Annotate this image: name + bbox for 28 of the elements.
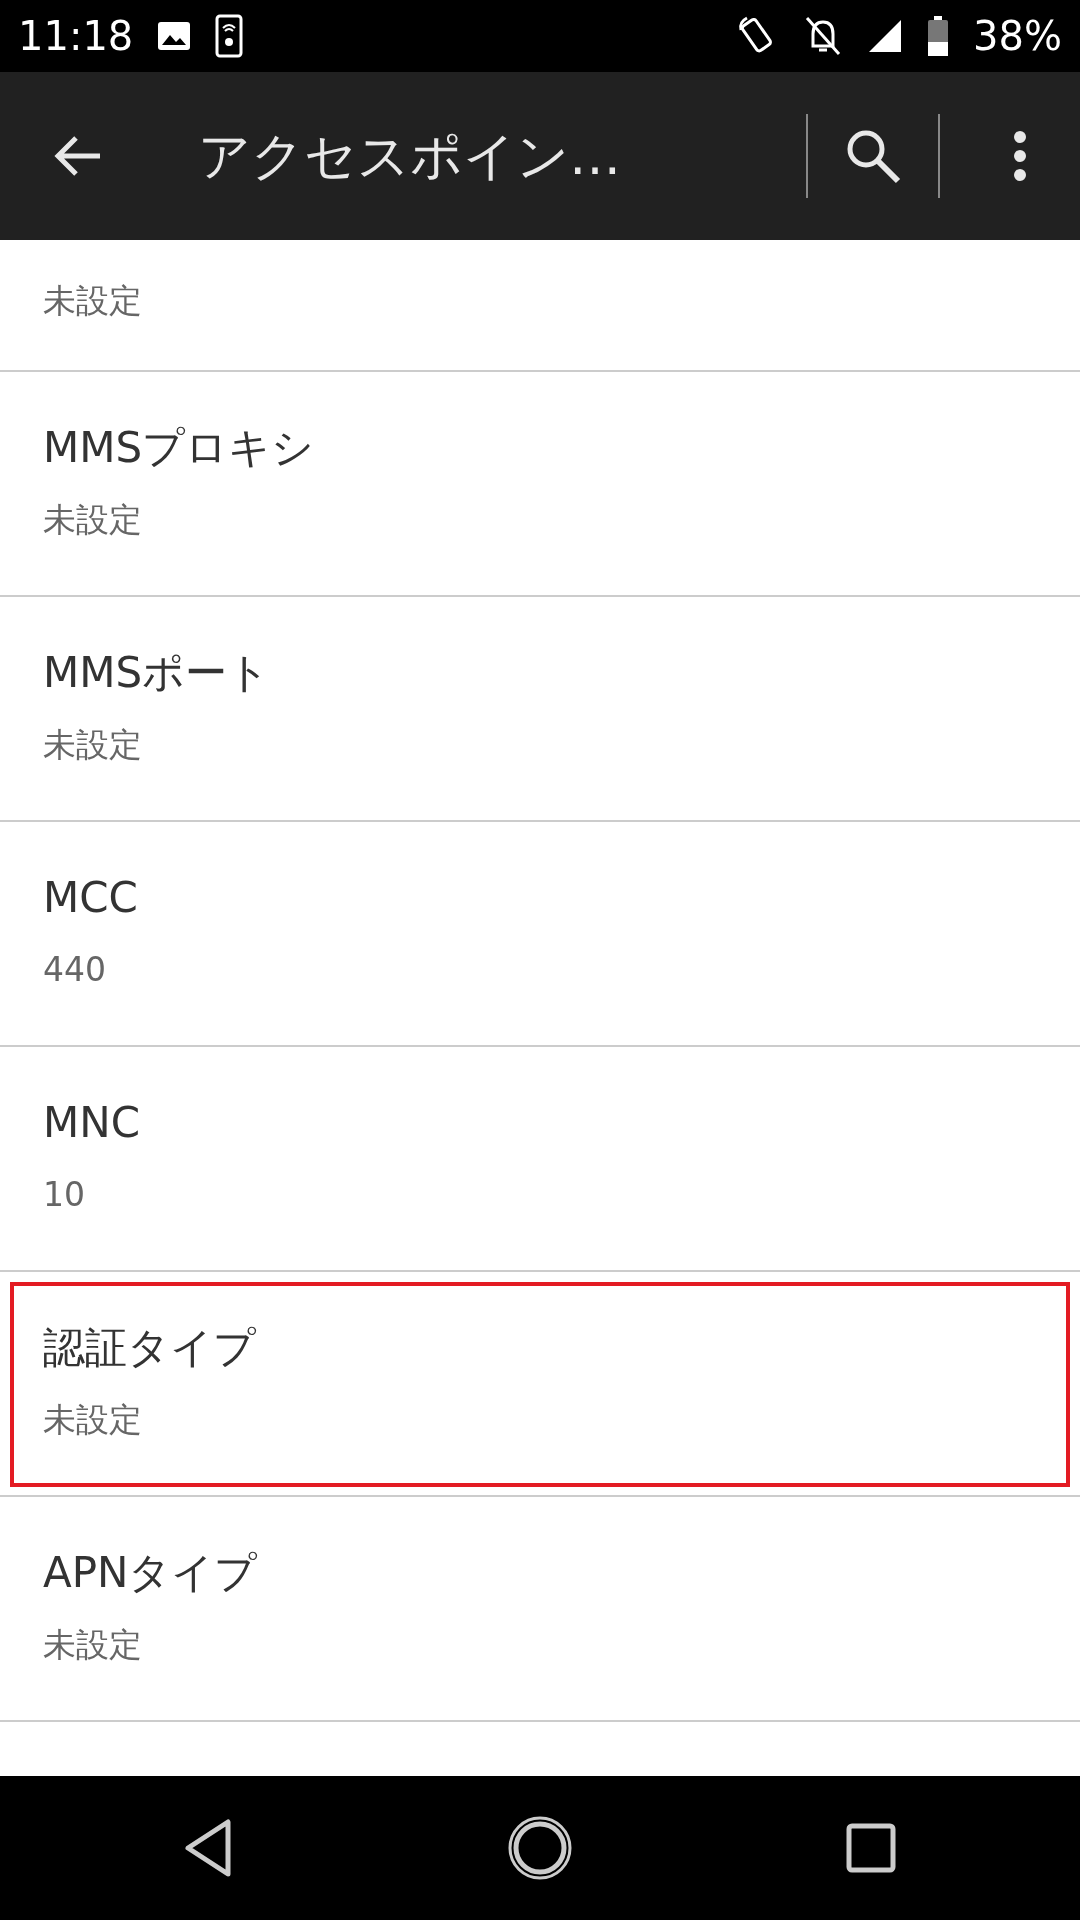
device-settings-icon bbox=[215, 14, 244, 58]
setting-title: MCC bbox=[43, 872, 138, 923]
settings-item[interactable]: MMSプロキシ 未設定 bbox=[0, 372, 1080, 597]
settings-item[interactable]: MMSポート 未設定 bbox=[0, 597, 1080, 822]
setting-title: 認証タイプ bbox=[43, 1322, 256, 1373]
more-options-icon bbox=[1012, 130, 1028, 182]
settings-item[interactable]: 未設定 bbox=[0, 240, 1080, 372]
setting-value: 未設定 bbox=[43, 723, 142, 766]
setting-title: MMSプロキシ bbox=[43, 422, 315, 473]
setting-value: 未設定 bbox=[43, 1623, 142, 1666]
image-icon bbox=[157, 21, 192, 51]
settings-item[interactable]: MCC 440 bbox=[0, 822, 1080, 1047]
setting-title: APNタイプ bbox=[43, 1547, 258, 1598]
status-time: 11:18 bbox=[18, 12, 134, 61]
settings-item[interactable]: APNタイプ 未設定 bbox=[0, 1497, 1080, 1722]
setting-title: MNC bbox=[43, 1097, 140, 1148]
setting-value: 440 bbox=[43, 948, 106, 991]
battery-percentage: 38% bbox=[973, 12, 1062, 61]
setting-value: 未設定 bbox=[43, 498, 142, 541]
toolbar-title: アクセスポイン… bbox=[198, 125, 621, 188]
setting-value: 10 bbox=[43, 1173, 85, 1216]
setting-value: 未設定 bbox=[43, 280, 142, 322]
signal-icon bbox=[867, 18, 904, 54]
settings-item[interactable]: 認証タイプ 未設定 bbox=[0, 1272, 1080, 1497]
setting-value: 未設定 bbox=[43, 1398, 142, 1441]
battery-icon bbox=[927, 16, 950, 56]
setting-title: MMSポート bbox=[43, 647, 271, 698]
settings-item[interactable]: MNC 10 bbox=[0, 1047, 1080, 1272]
